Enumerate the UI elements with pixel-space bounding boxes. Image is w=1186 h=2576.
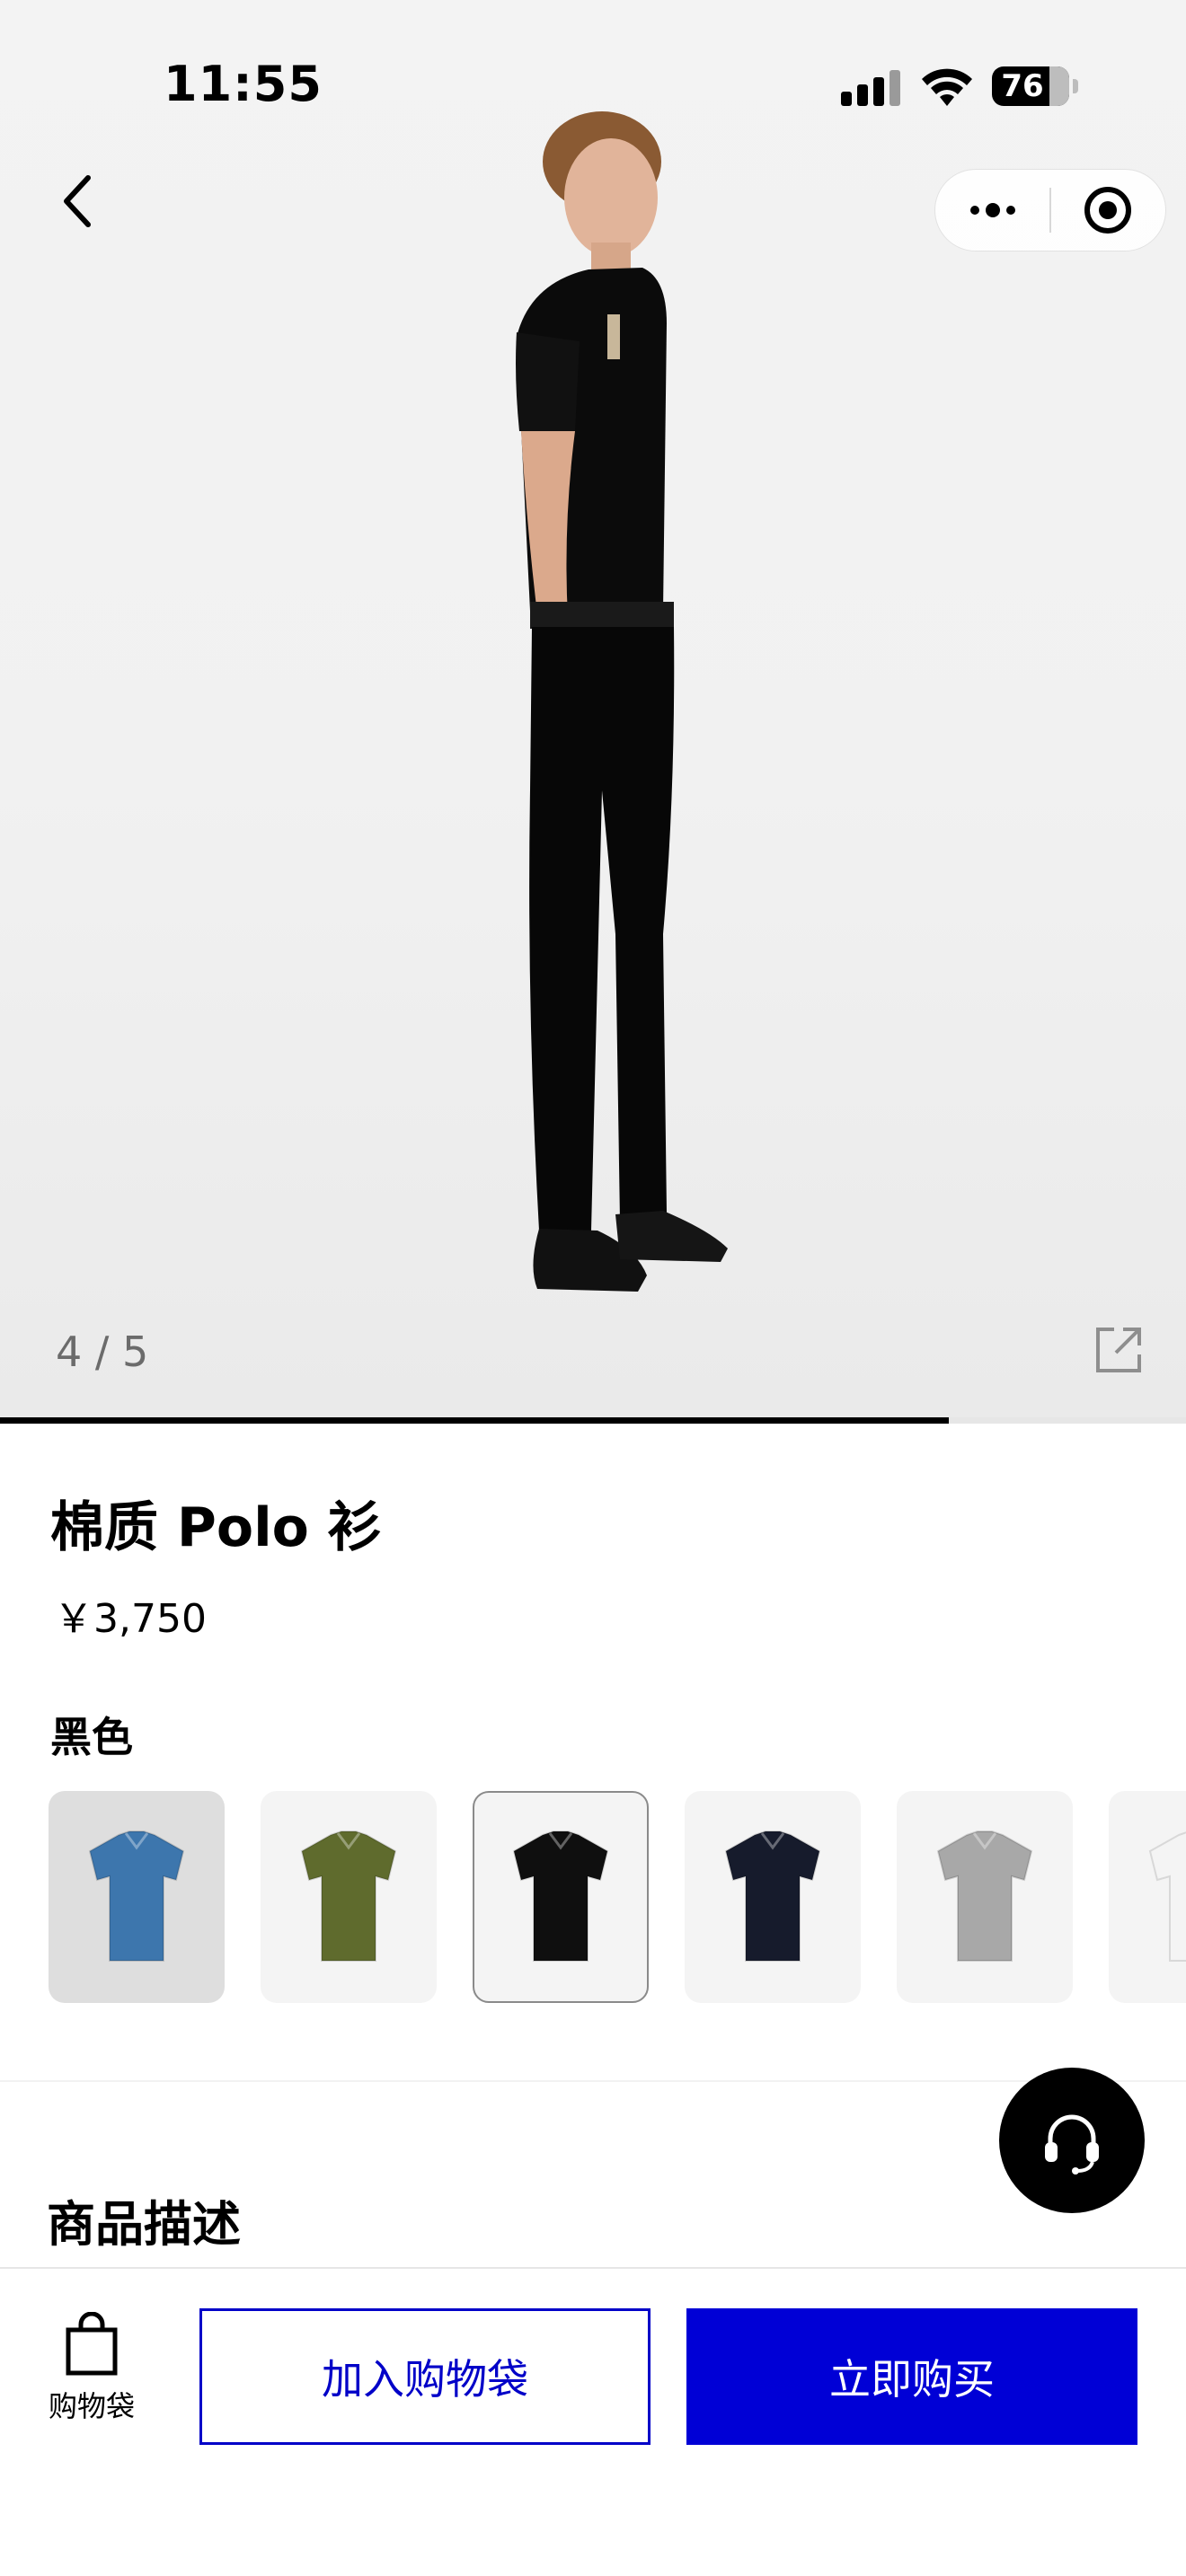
color-swatch[interactable] bbox=[49, 1791, 225, 2003]
expand-icon[interactable] bbox=[1093, 1324, 1145, 1376]
customer-service-button[interactable] bbox=[999, 2068, 1145, 2213]
battery-level: 76 bbox=[1001, 68, 1044, 104]
product-price: ￥3,750 bbox=[54, 1596, 207, 1642]
image-counter: 4 / 5 bbox=[56, 1328, 149, 1376]
target-icon bbox=[1084, 187, 1132, 234]
close-mini-program-button[interactable] bbox=[1051, 170, 1165, 251]
polo-shirt-thumbnail bbox=[88, 1831, 185, 1962]
product-photo-model bbox=[516, 111, 728, 1292]
color-swatch[interactable] bbox=[261, 1791, 437, 2003]
wifi-icon bbox=[922, 68, 972, 106]
battery-cap bbox=[1073, 79, 1078, 93]
color-swatch[interactable] bbox=[685, 1791, 861, 2003]
bag-icon bbox=[66, 2312, 118, 2376]
polo-shirt-thumbnail bbox=[512, 1831, 609, 1962]
gallery-progress-fill bbox=[0, 1417, 949, 1424]
polo-shirt-thumbnail bbox=[936, 1831, 1033, 1962]
product-gallery[interactable]: 11:55 76 4 / 5 bbox=[0, 0, 1186, 1424]
color-swatch-list bbox=[49, 1791, 1186, 2003]
cellular-signal-icon bbox=[841, 68, 900, 106]
product-title: 棉质 Polo 衫 bbox=[50, 1496, 382, 1559]
status-bar: 11:55 76 bbox=[0, 0, 1186, 171]
more-button[interactable] bbox=[935, 170, 1049, 251]
headset-icon bbox=[1045, 2114, 1099, 2175]
gallery-progress-bar bbox=[0, 1417, 1186, 1424]
status-time: 11:55 bbox=[164, 56, 323, 112]
color-swatch[interactable] bbox=[473, 1791, 649, 2003]
mini-program-capsule bbox=[934, 169, 1166, 251]
bottom-action-bar: 购物袋 加入购物袋 立即购买 bbox=[0, 2267, 1186, 2576]
color-swatch[interactable] bbox=[1109, 1791, 1186, 2003]
shopping-bag-button[interactable]: 购物袋 bbox=[36, 2312, 147, 2438]
polo-shirt-thumbnail bbox=[724, 1831, 821, 1962]
add-to-bag-button[interactable]: 加入购物袋 bbox=[199, 2308, 651, 2445]
back-icon[interactable] bbox=[50, 165, 110, 237]
selected-color-label: 黑色 bbox=[50, 1713, 133, 1761]
battery-icon: 76 bbox=[992, 66, 1069, 106]
polo-shirt-thumbnail bbox=[300, 1831, 397, 1962]
shopping-bag-label: 购物袋 bbox=[48, 2389, 135, 2423]
more-icon bbox=[969, 203, 1015, 217]
description-heading[interactable]: 商品描述 bbox=[47, 2184, 241, 2255]
color-swatch[interactable] bbox=[897, 1791, 1073, 2003]
polo-shirt-thumbnail bbox=[1148, 1831, 1186, 1962]
section-divider bbox=[0, 2080, 1186, 2082]
buy-now-button[interactable]: 立即购买 bbox=[686, 2308, 1137, 2445]
